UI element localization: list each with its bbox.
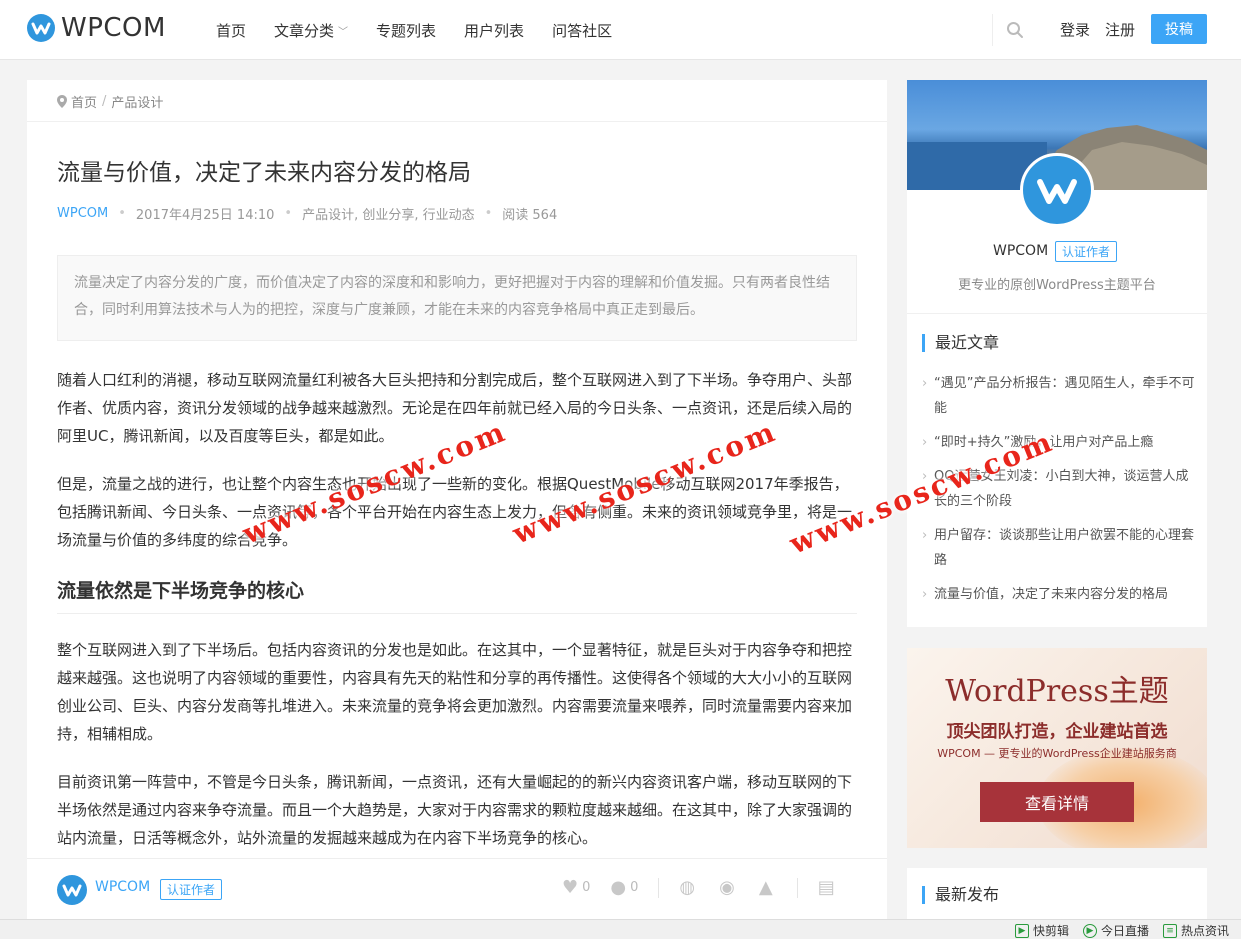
ad-tagline: WPCOM — 更专业的WordPress企业建站服务商	[937, 747, 1177, 760]
breadcrumb-separator: /	[102, 94, 107, 109]
author-profile-card: WPCOM 认证作者 更专业的原创WordPress主题平台	[907, 80, 1207, 313]
article-card: 首页 / 产品设计 流量与价值，决定了未来内容分发的格局 WPCOM • 201…	[27, 80, 887, 920]
ad-banner[interactable]: WordPress主题 顶尖团队打造，企业建站首选 WPCOM — 更专业的Wo…	[907, 648, 1207, 848]
paragraph: 目前资讯第一阵营中，不管是今日头条，腾讯新闻，一点资讯，还有大量崛起的的新兴内容…	[57, 773, 853, 847]
site-header: WPCOM 首页 文章分类 ﹀ 专题列表 用户列表 问答社区 登录 注册 投稿	[0, 0, 1241, 60]
widget-title: 最新发布	[922, 886, 999, 904]
logo-icon	[27, 14, 55, 42]
play-icon: ▶	[1014, 923, 1029, 938]
site-logo[interactable]: WPCOM	[27, 13, 166, 43]
profile-name[interactable]: WPCOM	[993, 243, 1048, 259]
share-qq-button[interactable]: ▲	[759, 877, 777, 898]
document-icon: ▤	[817, 877, 835, 898]
article-meta: WPCOM • 2017年4月25日 14:10 • 产品设计, 创业分享, 行…	[57, 204, 557, 223]
article-title: 流量与价值，决定了未来内容分发的格局	[57, 160, 471, 186]
location-pin-icon	[57, 95, 67, 108]
list-item[interactable]: “即时+持久”激励，让用户对产品上瘾	[922, 430, 1197, 455]
article-content: 随着人口红利的消褪，移动互联网流量红利被各大巨头把持和分割完成后，整个互联网进入…	[57, 366, 857, 872]
article-author[interactable]: WPCOM	[57, 206, 108, 221]
divider	[27, 121, 887, 122]
taskbar-label: 快剪辑	[1032, 924, 1069, 938]
article-date: 2017年4月25日 14:10	[135, 208, 275, 223]
chevron-down-icon: ﹀	[338, 26, 349, 38]
list-item[interactable]: “遇见”产品分析报告：遇见陌生人，牵手不可能	[922, 371, 1197, 421]
play-circle-icon: ▶	[1082, 923, 1097, 938]
avatar[interactable]	[1020, 153, 1094, 227]
breadcrumb: 首页 / 产品设计	[57, 92, 163, 111]
register-link[interactable]: 注册	[1105, 19, 1135, 40]
taskbar-item-quick-edit[interactable]: ▶ 快剪辑	[1014, 922, 1069, 939]
section-heading: 流量依然是下半场竞争的核心	[57, 576, 857, 614]
paragraph: 随着人口红利的消褪，移动互联网流量红利被各大巨头把持和分割完成后，整个互联网进入…	[57, 371, 853, 445]
comment-icon: ●	[610, 877, 627, 898]
meta-separator: •	[284, 206, 293, 221]
nav-users[interactable]: 用户列表	[464, 20, 524, 41]
nav-categories-label: 文章分类	[274, 21, 335, 40]
comment-button[interactable]: ● 0	[610, 877, 638, 898]
taskbar-label: 热点资讯	[1180, 924, 1229, 938]
breadcrumb-category[interactable]: 产品设计	[111, 92, 163, 111]
post-button[interactable]: 投稿	[1151, 14, 1207, 44]
share-weibo-button[interactable]: ◉	[719, 877, 739, 898]
comment-count: 0	[630, 880, 639, 895]
paragraph: 整个互联网进入到了下半场后。包括内容资讯的分发也是如此。在这其中，一个显著特征，…	[57, 641, 853, 743]
news-icon: ≡	[1162, 923, 1177, 938]
verified-author-badge: 认证作者	[160, 879, 223, 900]
recent-posts-widget: 最近文章 “遇见”产品分析报告：遇见陌生人，牵手不可能 “即时+持久”激励，让用…	[907, 313, 1207, 627]
article-categories[interactable]: 产品设计, 创业分享, 行业动态	[302, 204, 475, 223]
article-excerpt: 流量决定了内容分发的广度，而价值决定了内容的深度和和影响力，更好把握对于内容的理…	[57, 255, 857, 341]
article-reads: 阅读 564	[502, 208, 558, 223]
nav-home[interactable]: 首页	[216, 20, 246, 41]
article-footer: WPCOM 认证作者 ♥ 0 ● 0 ◍ ◉ ▲ ▤	[27, 858, 887, 920]
meta-separator: •	[118, 206, 126, 221]
main-nav: 首页 文章分类 ﹀ 专题列表 用户列表 问答社区	[216, 0, 640, 60]
verified-author-badge: 认证作者	[1055, 241, 1118, 262]
nav-categories[interactable]: 文章分类 ﹀	[274, 20, 348, 41]
paragraph: 但是，流量之战的进行，也让整个内容生态也开始出现了一些新的变化。根据QuestM…	[57, 475, 853, 549]
list-item[interactable]: 流量与价值，决定了未来内容分发的格局	[922, 582, 1197, 607]
ad-subtitle: 顶尖团队打造，企业建站首选	[946, 722, 1168, 742]
profile-description: 更专业的原创WordPress主题平台	[958, 278, 1156, 293]
ad-title: WordPress主题	[945, 674, 1169, 709]
search-icon	[1006, 22, 1023, 38]
taskbar-label: 今日直播	[1100, 924, 1149, 938]
taskbar-item-live[interactable]: ▶ 今日直播	[1082, 922, 1149, 939]
breadcrumb-home[interactable]: 首页	[71, 92, 97, 111]
like-button[interactable]: ♥ 0	[562, 877, 590, 898]
article-actions: ♥ 0 ● 0 ◍ ◉ ▲ ▤	[562, 877, 859, 898]
widget-title: 最近文章	[922, 334, 999, 352]
nav-topics[interactable]: 专题列表	[376, 20, 436, 41]
wechat-icon: ◍	[679, 877, 696, 898]
divider	[658, 877, 660, 898]
meta-separator: •	[484, 206, 493, 221]
taskbar: ▶ 快剪辑 ▶ 今日直播 ≡ 热点资讯	[0, 919, 1241, 939]
logo-text: WPCOM	[61, 13, 166, 43]
poster-button[interactable]: ▤	[818, 877, 839, 898]
ad-details-button[interactable]: 查看详情	[980, 782, 1134, 822]
search-button[interactable]	[992, 14, 1036, 46]
share-wechat-button[interactable]: ◍	[679, 877, 699, 898]
footer-author-name[interactable]: WPCOM	[95, 879, 150, 895]
recent-posts-list: “遇见”产品分析报告：遇见陌生人，牵手不可能 “即时+持久”激励，让用户对产品上…	[922, 371, 1197, 616]
list-item[interactable]: 用户留存：谈谈那些让用户欲罢不能的心理套路	[922, 523, 1197, 573]
qq-icon: ▲	[758, 877, 773, 898]
taskbar-items: ▶ 快剪辑 ▶ 今日直播 ≡ 热点资讯	[1001, 922, 1229, 939]
weibo-icon: ◉	[719, 877, 735, 898]
divider	[796, 877, 798, 898]
heart-icon: ♥	[562, 877, 579, 898]
like-count: 0	[582, 880, 591, 895]
avatar[interactable]	[57, 875, 87, 905]
nav-qa[interactable]: 问答社区	[552, 20, 612, 41]
taskbar-item-hot-news[interactable]: ≡ 热点资讯	[1162, 922, 1229, 939]
list-item[interactable]: QQ运营女王刘凌：小白到大神，谈运营人成长的三个阶段	[922, 464, 1197, 514]
login-link[interactable]: 登录	[1060, 19, 1090, 40]
